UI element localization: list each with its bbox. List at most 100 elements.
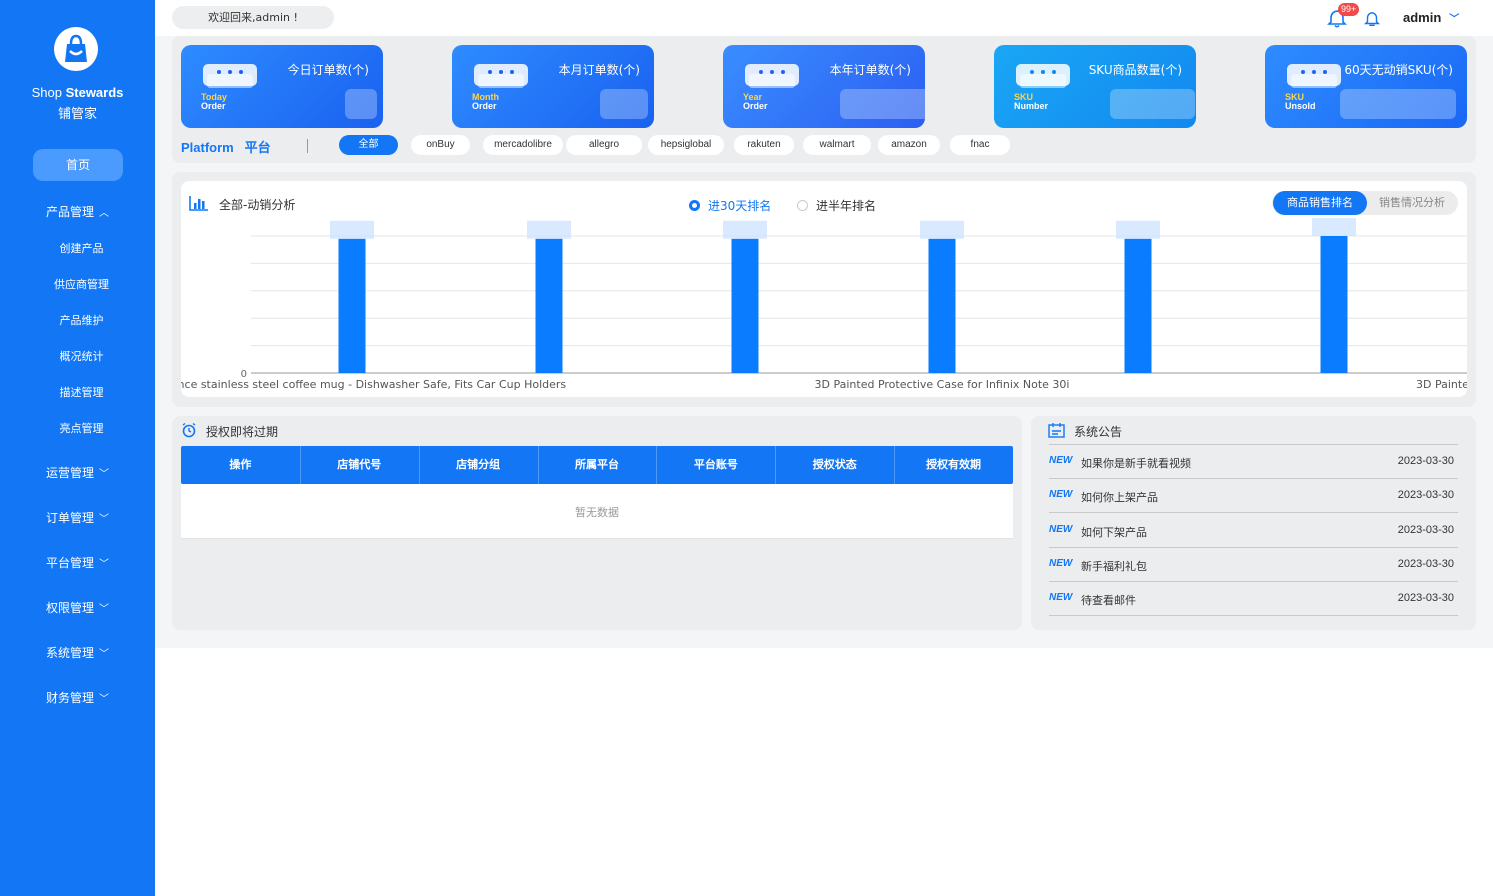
chart-bar[interactable] [1124,238,1152,373]
bar-value-label-redacted [1312,218,1356,236]
chevron-down-icon: ﹀ [1449,14,1460,25]
notice-item[interactable]: NEW 如果你是新手就看视频 2023-03-30 [1049,445,1458,479]
user-menu[interactable]: admin ﹀ [1403,10,1459,25]
notice-text: 如果你是新手就看视频 [1081,457,1191,470]
menu-highlight-management[interactable]: 亮点管理 [0,420,163,436]
bar-value-label-redacted [920,220,964,239]
new-tag: NEW [1049,523,1073,535]
new-tag: NEW [1049,557,1073,569]
chart-title: 全部-动销分析 [219,198,296,212]
menu-system[interactable]: 系统管理 ﹀ [0,644,155,661]
menu-operations[interactable]: 运营管理 ﹀ [0,464,155,481]
chart-bar[interactable] [731,238,759,373]
menu-orders[interactable]: 订单管理 ﹀ [0,509,155,526]
calendar-notice-icon [1048,423,1065,438]
card-value-redacted [345,89,377,119]
stat-card: 本月订单数(个) Month Order [452,45,654,128]
table-header: 操作 店铺代号 店铺分组 所属平台 平台账号 授权状态 授权有效期 [181,446,1013,484]
brand-cn: 铺管家 [57,106,97,121]
chart-bar[interactable] [535,238,563,373]
shopping-bag-logo-icon [54,27,98,71]
radio-label: 进半年排名 [816,199,877,213]
brand-bold: Stewards [65,85,124,100]
platform-divider [307,139,308,153]
notice-text: 待查看邮件 [1081,594,1136,608]
column-divider [894,446,896,484]
table-column-header[interactable]: 店铺分组 [419,446,538,484]
notice-item[interactable]: NEW 如何你上架产品 2023-03-30 [1049,479,1458,514]
chevron-down-icon: ﹀ [99,694,109,705]
menu-label: 权限管理 [45,601,94,615]
table-column-header[interactable]: 平台账号 [656,446,775,484]
platform-chip[interactable]: hepsiglobal [648,135,724,155]
menu-label: 产品管理 [45,205,94,219]
menu-product-management[interactable]: 产品管理 ︿ [0,203,155,220]
notification-badge: 99+ [1338,3,1360,16]
basket-close-icon [1287,64,1341,88]
x-category-label: 3D Painted Protective Case for Infinix N… [815,378,1070,391]
notice-title: 系统公告 [1074,425,1123,439]
stat-card: 本年订单数(个) Year Order [723,45,925,128]
radio-label: 进30天排名 [708,199,772,213]
card-en-bottom: Order [743,101,768,111]
tab-sales-ranking[interactable]: 商品销售排名 [1273,191,1367,215]
chart-bar[interactable] [1320,236,1348,373]
table-column-header[interactable]: 店铺代号 [300,446,419,484]
notice-item[interactable]: NEW 新手福利礼包 2023-03-30 [1049,548,1458,582]
platform-chip[interactable]: 全部 [339,135,398,155]
truck-order-icon [474,64,528,88]
auth-title: 授权即将过期 [206,425,279,439]
menu-product-maintenance[interactable]: 产品维护 [0,312,163,328]
username: admin [1403,10,1442,25]
menu-label: 平台管理 [45,556,94,570]
menu-label: 系统管理 [45,646,94,660]
notice-text: 新手福利礼包 [1081,559,1147,573]
menu-create-product[interactable]: 创建产品 [0,240,163,256]
empty-message: 暂无数据 [575,506,619,519]
menu-description-management[interactable]: 描述管理 [0,384,163,400]
column-divider [537,446,539,484]
notice-item[interactable]: NEW 如何下架产品 2023-03-30 [1049,514,1458,548]
platform-chip[interactable]: walmart [803,135,871,155]
table-column-header[interactable]: 操作 [181,446,300,484]
alert-bell-icon[interactable] [1363,10,1381,28]
menu-supplier-management[interactable]: 供应商管理 [0,276,163,292]
radio-half-year[interactable]: 进半年排名 [797,197,876,214]
menu-home[interactable]: 首页 [33,149,123,181]
radio-dot [797,200,808,211]
chevron-up-icon: ︿ [99,208,109,219]
card-value-redacted [600,89,648,119]
notice-item[interactable]: NEW 待查看邮件 2023-03-30 [1049,582,1458,617]
table-column-header[interactable]: 授权有效期 [894,446,1013,484]
card-en-bottom: Order [472,101,497,111]
card-en-bottom: Unsold [1285,101,1316,111]
card-value-redacted [840,89,925,119]
chevron-down-icon: ﹀ [99,649,109,660]
chat-order-icon [203,64,257,88]
menu-finance[interactable]: 财务管理 ﹀ [0,689,155,706]
platform-chip[interactable]: rakuten [734,135,794,155]
platform-chip[interactable]: amazon [878,135,940,155]
tab-sales-analysis[interactable]: 销售情况分析 [1367,191,1457,215]
bar-value-label-redacted [330,220,374,239]
top-bar [155,0,1493,36]
platform-chip[interactable]: mercadolibre [483,135,563,155]
new-tag: NEW [1049,592,1073,604]
brand-prefix: Shop [31,85,62,100]
menu-platforms[interactable]: 平台管理 ﹀ [0,554,155,571]
table-column-header[interactable]: 所属平台 [538,446,657,484]
box-order-icon [745,64,799,88]
chart-bar[interactable] [928,238,956,373]
platform-chip[interactable]: fnac [950,135,1010,155]
platform-chip[interactable]: onBuy [411,135,470,155]
menu-permissions[interactable]: 权限管理 ﹀ [0,599,155,616]
platform-label-cn: 平台 [244,140,271,155]
table-column-header[interactable]: 授权状态 [775,446,894,484]
stat-card: 今日订单数(个) Today Order [181,45,383,128]
notice-date: 2023-03-30 [1397,592,1454,605]
notice-text: 如何下架产品 [1081,525,1147,539]
radio-30-days[interactable]: 进30天排名 [689,197,771,214]
chart-bar[interactable] [338,238,366,373]
platform-chip[interactable]: allegro [566,135,642,155]
menu-overview-stats[interactable]: 概况统计 [0,348,163,364]
